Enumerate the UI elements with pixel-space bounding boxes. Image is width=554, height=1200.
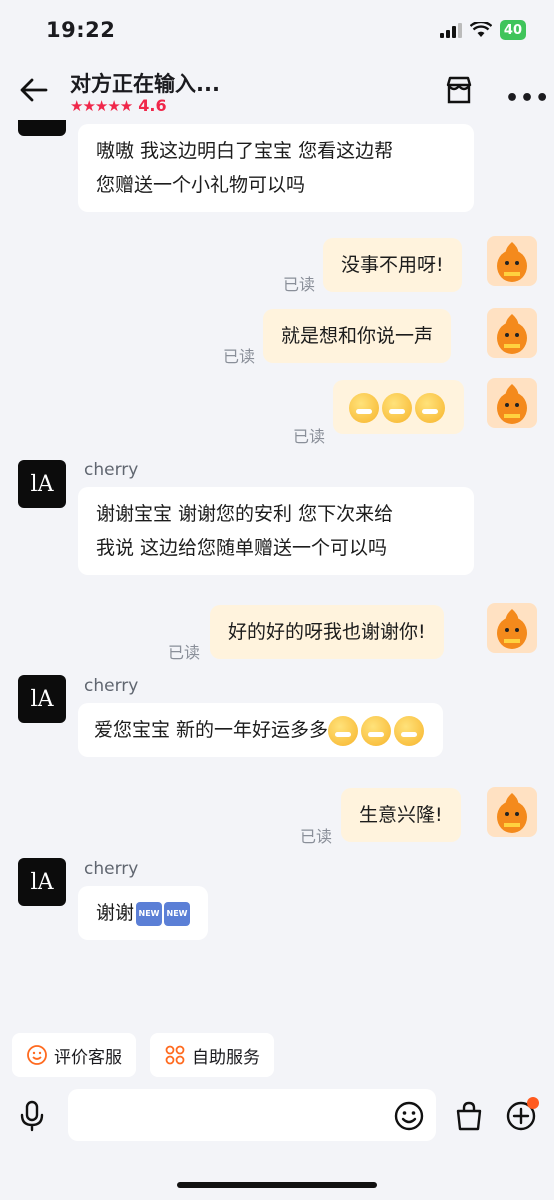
message-bubble-agent: 爱您宝宝 新的一年好运多多 — [78, 703, 444, 757]
emoji-icon[interactable] — [393, 1100, 425, 1132]
agent-name: cherry — [84, 859, 139, 879]
grid-icon — [165, 1045, 185, 1065]
wifi-icon — [469, 22, 492, 37]
my-avatar[interactable] — [487, 236, 537, 286]
home-indicator — [177, 1182, 377, 1188]
message-bubble-agent: 嗷嗷 我这边明白了宝宝 您看这边帮 您赠送一个小礼物可以吗 — [78, 124, 474, 212]
message-line: 谢谢宝宝 谢谢您的安利 您下次来给 — [96, 503, 394, 525]
notification-dot — [527, 1097, 539, 1109]
my-avatar[interactable] — [487, 603, 537, 653]
quick-action-label: 自助服务 — [192, 1047, 260, 1068]
agent-avatar[interactable]: lA — [18, 858, 66, 906]
message-bubble-mine — [333, 380, 464, 434]
chat-header: 对方正在输入... ★★★★★ 4.6 ••• — [0, 58, 554, 120]
signal-icon — [439, 22, 462, 38]
smile-icon — [27, 1045, 47, 1065]
agent-avatar[interactable]: lA — [18, 460, 66, 508]
chat-messages: lA 嗷嗷 我这边明白了宝宝 您看这边帮 您赠送一个小礼物可以吗 已读 没事不用… — [0, 120, 554, 1025]
rating-stars: ★★★★★ — [70, 96, 133, 115]
message-line: 我说 这边给您随单赠送一个可以吗 — [96, 537, 388, 559]
read-status: 已读 — [300, 827, 333, 846]
kissing-face-icon — [394, 715, 425, 746]
face-with-medical-mask-icon — [349, 392, 379, 423]
message-bubble-agent: 谢谢 NEW NEW — [78, 886, 209, 940]
store-icon[interactable] — [443, 74, 475, 106]
my-avatar[interactable] — [487, 787, 537, 837]
agent-avatar[interactable]: lA — [18, 120, 66, 136]
battery-icon: 40 — [499, 20, 526, 40]
my-avatar[interactable] — [487, 378, 537, 428]
read-status: 已读 — [223, 347, 256, 366]
message-line: 嗷嗷 我这边明白了宝宝 您看这边帮 — [96, 140, 394, 162]
read-status: 已读 — [168, 643, 201, 662]
agent-name: cherry — [84, 676, 139, 696]
message-input[interactable] — [68, 1089, 436, 1141]
read-status: 已读 — [293, 427, 326, 446]
status-icons: 40 — [439, 20, 526, 40]
quick-action-self-service[interactable]: 自助服务 — [150, 1033, 274, 1077]
back-arrow-icon[interactable] — [18, 76, 50, 104]
rating-value: 4.6 — [138, 96, 167, 115]
shop-rating: ★★★★★ 4.6 — [70, 96, 167, 115]
quick-action-label: 评价客服 — [54, 1047, 122, 1068]
message-bubble-mine: 好的好的呀我也谢谢你! — [210, 605, 444, 659]
angel-face-icon — [361, 715, 392, 746]
quick-action-rate-agent[interactable]: 评价客服 — [12, 1033, 136, 1077]
shopping-bag-icon[interactable] — [453, 1100, 485, 1132]
more-icon[interactable]: ••• — [505, 86, 550, 111]
new-badge-icon: NEW — [136, 901, 163, 926]
message-text: 爱您宝宝 新的一年好运多多 — [94, 719, 329, 741]
microphone-icon[interactable] — [18, 1100, 46, 1132]
status-bar: 19:22 40 — [0, 0, 554, 58]
chat-title: 对方正在输入... — [70, 72, 220, 96]
message-bubble-mine: 生意兴隆! — [341, 788, 461, 842]
new-badge-icon: NEW — [164, 901, 191, 926]
agent-avatar[interactable]: lA — [18, 675, 66, 723]
message-text: 谢谢 — [96, 902, 135, 924]
message-bubble-agent: 谢谢宝宝 谢谢您的安利 您下次来给 我说 这边给您随单赠送一个可以吗 — [78, 487, 474, 575]
message-bubble-mine: 没事不用呀! — [323, 238, 462, 292]
read-status: 已读 — [283, 275, 316, 294]
message-bubble-mine: 就是想和你说一声 — [263, 309, 452, 363]
angel-face-icon — [328, 715, 359, 746]
status-time: 19:22 — [46, 18, 116, 42]
my-avatar[interactable] — [487, 308, 537, 358]
agent-name: cherry — [84, 460, 139, 480]
face-with-medical-mask-icon — [382, 392, 412, 423]
face-with-medical-mask-icon — [415, 392, 445, 423]
message-line: 您赠送一个小礼物可以吗 — [96, 174, 306, 196]
